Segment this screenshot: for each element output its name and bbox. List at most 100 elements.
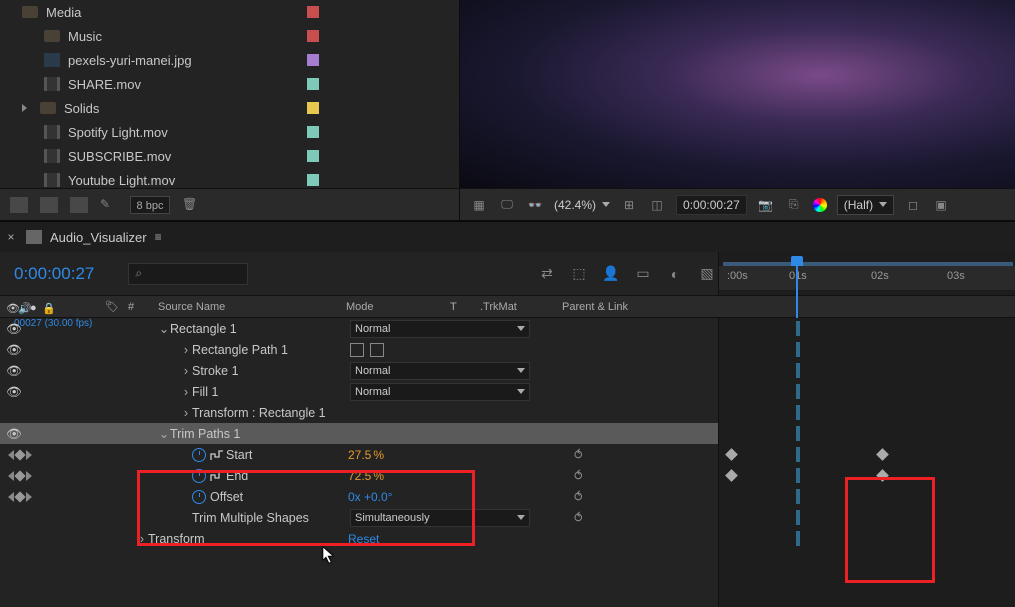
project-item[interactable]: pexels-yuri-manei.jpg (18, 48, 459, 72)
track-row[interactable] (719, 444, 1015, 465)
col-trkmat[interactable]: .TrkMat (480, 296, 556, 317)
layer-row[interactable]: 👁›Fill 1Normal (0, 381, 718, 402)
transparency-grid-icon[interactable]: ▣ (932, 197, 950, 213)
layer-row[interactable]: ›Transform : Rectangle 1 (0, 402, 718, 423)
label-icon[interactable]: 🏷 (105, 300, 119, 313)
visibility-eye-icon[interactable]: 👁 (6, 343, 20, 357)
visibility-eye-icon[interactable]: 👁 (6, 364, 20, 378)
label-swatch[interactable] (307, 6, 319, 18)
label-swatch[interactable] (307, 126, 319, 138)
tab-menu-icon[interactable]: ≡ (155, 230, 162, 244)
track-row[interactable] (719, 507, 1015, 528)
monitor-icon[interactable]: 🖵 (498, 197, 516, 213)
layer-search-input[interactable]: ⌕ (128, 263, 248, 285)
twirl-icon[interactable]: ⌄ (158, 321, 170, 336)
graph-editor-icon[interactable]: ▧ (696, 264, 718, 284)
layer-row[interactable]: Start27.5%⥀ (0, 444, 718, 465)
blend-mode-dropdown[interactable]: Normal (350, 320, 530, 338)
add-keyframe-icon[interactable] (14, 491, 25, 502)
label-swatch[interactable] (307, 30, 319, 42)
bpc-indicator[interactable]: 8 bpc (130, 196, 170, 214)
property-value[interactable]: 0x +0.0° (348, 490, 393, 504)
project-item[interactable]: Media (18, 0, 459, 24)
zoom-dropdown[interactable]: (42.4%) (554, 198, 610, 212)
shape-direction-icon[interactable] (370, 343, 384, 357)
project-item[interactable]: Spotify Light.mov (18, 120, 459, 144)
keyframe-nav[interactable] (8, 471, 32, 481)
col-mode[interactable]: Mode (340, 296, 450, 317)
project-item[interactable]: Music (18, 24, 459, 48)
keyframe-diamond[interactable] (876, 469, 889, 482)
label-swatch[interactable] (307, 150, 319, 162)
blend-mode-dropdown[interactable]: Normal (350, 383, 530, 401)
keyframe-diamond[interactable] (725, 448, 738, 461)
twirl-icon[interactable]: › (180, 343, 192, 357)
twirl-icon[interactable]: ⌄ (158, 426, 170, 441)
label-swatch[interactable] (307, 174, 319, 186)
keyframe-diamond[interactable] (725, 469, 738, 482)
new-comp-icon[interactable] (70, 197, 88, 213)
project-item[interactable]: SUBSCRIBE.mov (18, 144, 459, 168)
trash-icon[interactable]: 🗑 (182, 197, 198, 213)
solo-icon[interactable]: ● (30, 302, 40, 312)
brush-icon[interactable]: ✎ (100, 197, 118, 213)
property-value[interactable]: 72.5% (348, 469, 384, 483)
col-source-name[interactable]: Source Name (158, 296, 340, 317)
project-item[interactable]: Solids (18, 96, 459, 120)
track-row[interactable] (719, 423, 1015, 444)
graph-icon[interactable] (210, 470, 224, 482)
reset-link[interactable]: Reset (348, 532, 379, 546)
keyframe-nav[interactable] (8, 492, 32, 502)
add-keyframe-icon[interactable] (14, 449, 25, 460)
project-item[interactable]: Youtube Light.mov (18, 168, 459, 188)
visibility-eye-icon[interactable]: 👁 (6, 385, 20, 399)
layer-row[interactable]: ›TransformReset (0, 528, 718, 549)
keyframe-diamond[interactable] (876, 448, 889, 461)
video-eye-icon[interactable]: 👁 (6, 302, 16, 312)
project-item[interactable]: SHARE.mov (18, 72, 459, 96)
twirl-icon[interactable]: › (180, 364, 192, 378)
label-swatch[interactable] (307, 78, 319, 90)
twirl-icon[interactable]: › (136, 532, 148, 546)
track-row[interactable] (719, 486, 1015, 507)
channel-icon[interactable]: ◫ (648, 197, 666, 213)
comp-mini-flowchart-icon[interactable]: ⇄ (536, 264, 558, 284)
next-keyframe-icon[interactable] (26, 492, 32, 502)
safe-zones-icon[interactable]: ⊞ (620, 197, 638, 213)
pickwhip-icon[interactable]: ⥀ (574, 447, 583, 462)
comp-tab-label[interactable]: Audio_Visualizer (50, 230, 147, 245)
pickwhip-icon[interactable]: ⥀ (574, 510, 583, 525)
disclosure-icon[interactable] (22, 104, 28, 112)
stopwatch-icon[interactable] (192, 469, 206, 483)
track-row[interactable] (719, 339, 1015, 360)
layer-row[interactable]: 👁⌄Trim Paths 1 (0, 423, 718, 444)
layer-row[interactable]: 👁›Stroke 1Normal (0, 360, 718, 381)
label-swatch[interactable] (307, 102, 319, 114)
twirl-icon[interactable]: › (180, 406, 192, 420)
preview-viewport[interactable] (460, 0, 1015, 188)
layer-row[interactable]: 👁›Rectangle Path 1 (0, 339, 718, 360)
motion-blur-icon[interactable]: ◐ (664, 264, 686, 284)
next-keyframe-icon[interactable] (26, 471, 32, 481)
shape-direction-icon[interactable] (350, 343, 364, 357)
track-row[interactable] (719, 318, 1015, 339)
col-parent[interactable]: Parent & Link (556, 296, 716, 317)
track-row[interactable] (719, 528, 1015, 549)
layer-row[interactable]: 👁⌄Rectangle 1Normal (0, 318, 718, 339)
audio-icon[interactable]: 🔊 (18, 302, 28, 312)
track-area[interactable] (718, 318, 1015, 607)
property-value[interactable]: 27.5% (348, 448, 384, 462)
show-snapshot-icon[interactable]: ⎘ (785, 197, 803, 213)
keyframe-nav[interactable] (8, 450, 32, 460)
color-management-icon[interactable] (813, 198, 827, 212)
region-icon[interactable]: ◻ (904, 197, 922, 213)
tab-close-icon[interactable]: × (4, 230, 18, 244)
current-timecode[interactable]: 0:00:00:27 (14, 264, 94, 284)
visibility-eye-icon[interactable]: 👁 (6, 427, 20, 441)
next-keyframe-icon[interactable] (26, 450, 32, 460)
lock-icon[interactable]: 🔒 (42, 302, 52, 312)
twirl-icon[interactable]: › (180, 385, 192, 399)
graph-icon[interactable] (210, 449, 224, 461)
time-ruler[interactable]: :00s01s02s03s (718, 252, 1015, 295)
track-row[interactable] (719, 360, 1015, 381)
